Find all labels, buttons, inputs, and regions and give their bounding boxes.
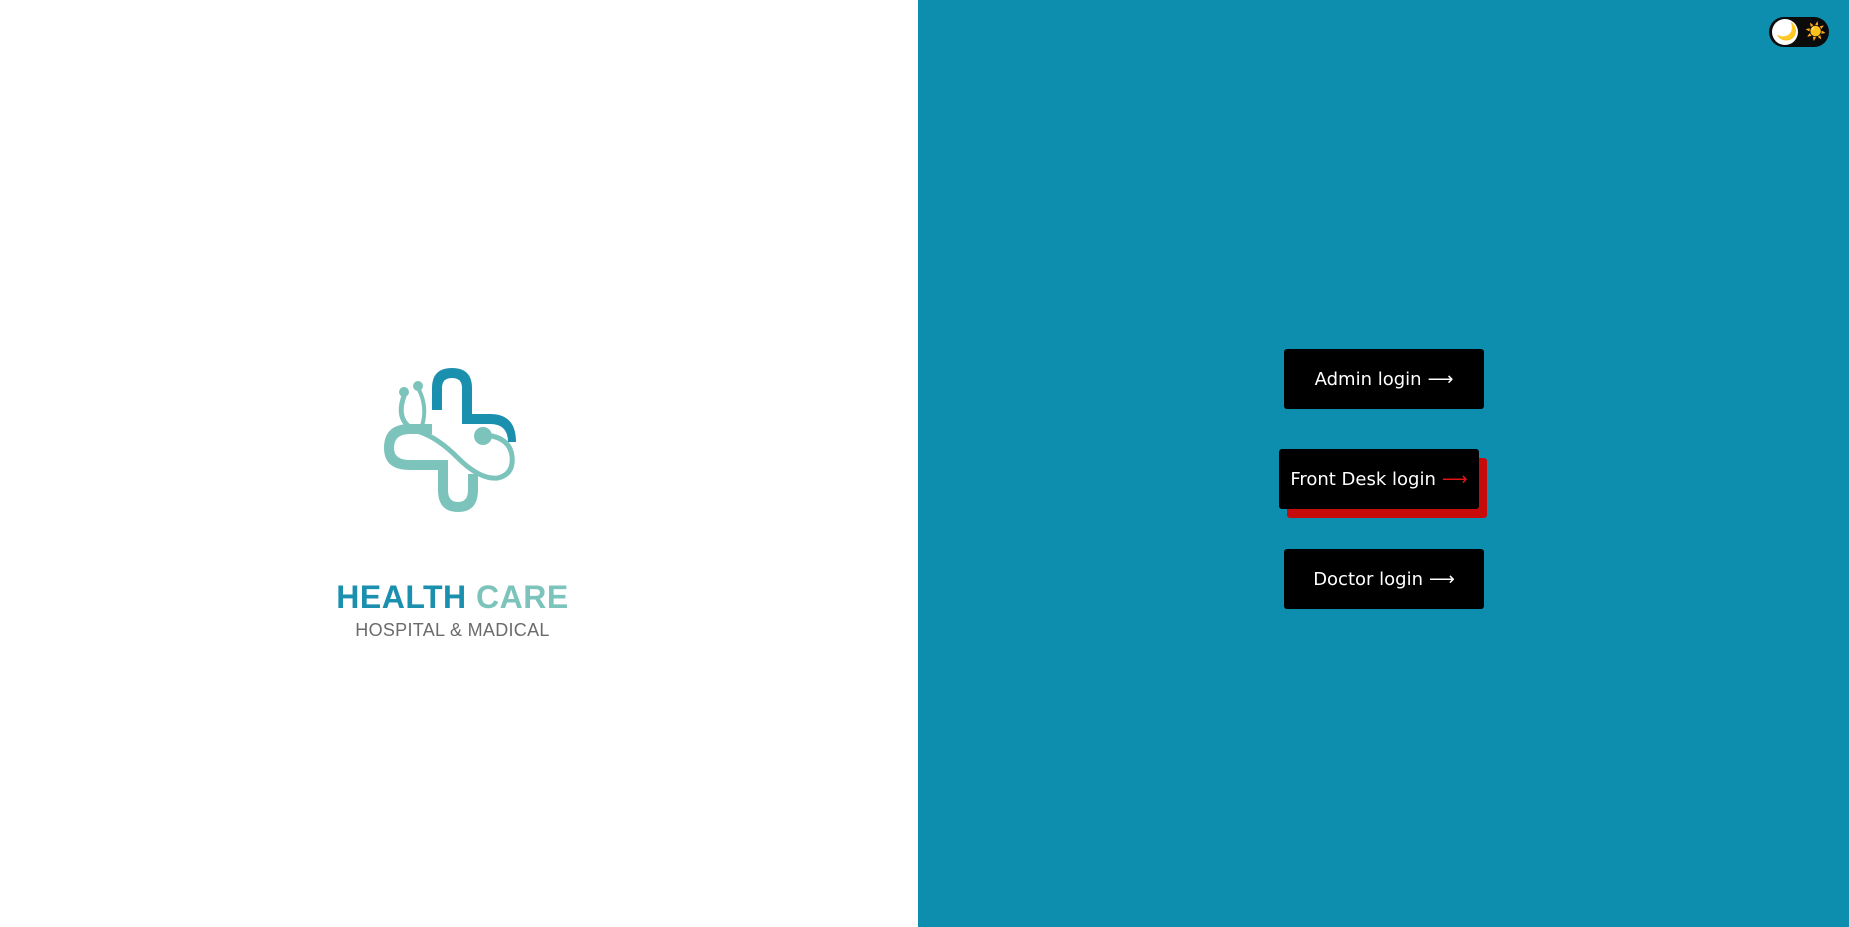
doctor-login-label: Doctor login bbox=[1313, 568, 1423, 590]
theme-toggle[interactable]: 🌙 ☀️ bbox=[1769, 17, 1829, 47]
front-desk-login-label: Front Desk login bbox=[1290, 468, 1436, 490]
login-page: HEALTH CARE HOSPITAL & MADICAL Admin log… bbox=[0, 0, 1849, 927]
sun-icon: ☀️ bbox=[1805, 22, 1827, 42]
brand-title: HEALTH CARE bbox=[0, 575, 905, 619]
moon-icon: 🌙 bbox=[1776, 22, 1798, 42]
doctor-login-button[interactable]: Doctor login ⟶ bbox=[1284, 549, 1484, 609]
brand-subtitle: HOSPITAL & MADICAL bbox=[355, 620, 550, 640]
arrow-right-icon: ⟶ bbox=[1441, 468, 1468, 490]
arrow-right-icon: ⟶ bbox=[1429, 568, 1455, 590]
medical-cross-stethoscope-icon bbox=[384, 368, 516, 512]
brand-title-care: CARE bbox=[476, 579, 569, 615]
admin-login-label: Admin login bbox=[1314, 368, 1422, 390]
front-desk-login-button[interactable]: Front Desk login ⟶ bbox=[1279, 449, 1479, 509]
arrow-right-icon: ⟶ bbox=[1427, 368, 1454, 390]
brand-panel: HEALTH CARE HOSPITAL & MADICAL bbox=[0, 0, 918, 927]
brand-title-health: HEALTH bbox=[336, 579, 467, 615]
admin-login-button[interactable]: Admin login ⟶ bbox=[1284, 349, 1484, 409]
